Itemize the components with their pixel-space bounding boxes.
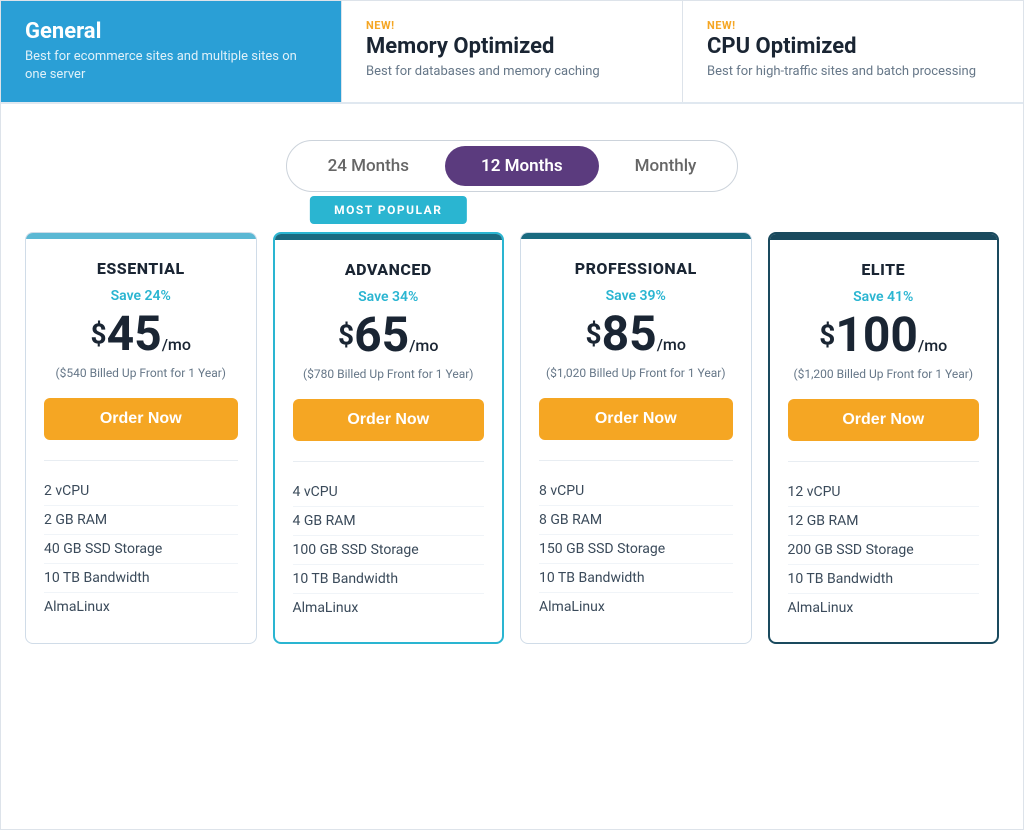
plan-professional-mo: /mo [657, 335, 686, 354]
list-item: AlmaLinux [539, 593, 733, 621]
plan-elite-name: ELITE [788, 260, 980, 279]
list-item: 12 vCPU [788, 478, 980, 507]
list-item: 2 vCPU [44, 477, 238, 506]
plan-professional-features: 8 vCPU 8 GB RAM 150 GB SSD Storage 10 TB… [539, 460, 733, 621]
list-item: 8 GB RAM [539, 506, 733, 535]
list-item: AlmaLinux [44, 593, 238, 621]
plan-advanced-order-btn[interactable]: Order Now [293, 399, 485, 441]
plan-elite-amount: 100 [835, 306, 918, 363]
plan-essential-body: ESSENTIAL Save 24% $45/mo ($540 Billed U… [26, 239, 256, 641]
billing-12-months[interactable]: 12 Months [445, 146, 599, 186]
plan-essential-mo: /mo [162, 335, 191, 354]
tab-memory-desc: Best for databases and memory caching [366, 63, 658, 81]
plan-advanced-mo: /mo [409, 336, 438, 355]
billing-toggle: 24 Months 12 Months Monthly [286, 140, 739, 192]
plan-elite-mo: /mo [918, 336, 947, 355]
plan-elite-save: Save 41% [788, 289, 980, 305]
plan-advanced-name: ADVANCED [293, 260, 485, 279]
plan-elite-dollar: $ [819, 319, 835, 352]
plan-professional-order-btn[interactable]: Order Now [539, 398, 733, 440]
plan-elite-body: ELITE Save 41% $100/mo ($1,200 Billed Up… [770, 240, 998, 642]
tab-general-desc: Best for ecommerce sites and multiple si… [25, 48, 317, 84]
plans-grid: ESSENTIAL Save 24% $45/mo ($540 Billed U… [25, 232, 999, 644]
plan-elite-billed: ($1,200 Billed Up Front for 1 Year) [788, 366, 980, 383]
tab-cpu-title: CPU Optimized [707, 34, 999, 59]
list-item: 10 TB Bandwidth [44, 564, 238, 593]
plan-advanced-body: ADVANCED Save 34% $65/mo ($780 Billed Up… [275, 240, 503, 642]
list-item: AlmaLinux [293, 594, 485, 622]
tab-memory[interactable]: NEW! Memory Optimized Best for databases… [342, 1, 683, 102]
list-item: 8 vCPU [539, 477, 733, 506]
list-item: 40 GB SSD Storage [44, 535, 238, 564]
plan-elite-price: $100/mo [788, 309, 980, 362]
plan-professional-body: PROFESSIONAL Save 39% $85/mo ($1,020 Bil… [521, 239, 751, 641]
plan-professional: PROFESSIONAL Save 39% $85/mo ($1,020 Bil… [520, 232, 752, 644]
plan-advanced-billed: ($780 Billed Up Front for 1 Year) [293, 366, 485, 383]
plan-advanced-features: 4 vCPU 4 GB RAM 100 GB SSD Storage 10 TB… [293, 461, 485, 622]
list-item: 12 GB RAM [788, 507, 980, 536]
billing-24-months[interactable]: 24 Months [292, 146, 445, 186]
plan-essential-amount: 45 [107, 305, 162, 362]
list-item: 10 TB Bandwidth [293, 565, 485, 594]
plan-essential-price: $45/mo [44, 308, 238, 361]
plan-professional-dollar: $ [586, 318, 602, 351]
list-item: 4 GB RAM [293, 507, 485, 536]
list-item: 2 GB RAM [44, 506, 238, 535]
plan-professional-billed: ($1,020 Billed Up Front for 1 Year) [539, 365, 733, 382]
plan-professional-name: PROFESSIONAL [539, 259, 733, 278]
list-item: 10 TB Bandwidth [539, 564, 733, 593]
plan-professional-amount: 85 [602, 305, 657, 362]
plan-elite-features: 12 vCPU 12 GB RAM 200 GB SSD Storage 10 … [788, 461, 980, 622]
tab-general-title: General [25, 19, 317, 44]
list-item: 150 GB SSD Storage [539, 535, 733, 564]
list-item: 100 GB SSD Storage [293, 536, 485, 565]
plan-essential-features: 2 vCPU 2 GB RAM 40 GB SSD Storage 10 TB … [44, 460, 238, 621]
tab-memory-title: Memory Optimized [366, 34, 658, 59]
list-item: 10 TB Bandwidth [788, 565, 980, 594]
plan-advanced-save: Save 34% [293, 289, 485, 305]
plan-professional-price: $85/mo [539, 308, 733, 361]
plan-advanced-amount: 65 [354, 306, 409, 363]
plan-elite: ELITE Save 41% $100/mo ($1,200 Billed Up… [768, 232, 1000, 644]
plan-essential-save: Save 24% [44, 288, 238, 304]
list-item: 4 vCPU [293, 478, 485, 507]
header-tabs: General Best for ecommerce sites and mul… [1, 1, 1023, 104]
tab-cpu-new-badge: NEW! [707, 19, 999, 32]
billing-monthly[interactable]: Monthly [599, 146, 733, 186]
billing-section: 24 Months 12 Months Monthly [1, 104, 1023, 212]
plan-essential: ESSENTIAL Save 24% $45/mo ($540 Billed U… [25, 232, 257, 644]
plan-professional-save: Save 39% [539, 288, 733, 304]
plan-advanced-price: $65/mo [293, 309, 485, 362]
plan-essential-name: ESSENTIAL [44, 259, 238, 278]
tab-memory-new-badge: NEW! [366, 19, 658, 32]
plan-elite-order-btn[interactable]: Order Now [788, 399, 980, 441]
plan-advanced-wrapper: MOST POPULAR ADVANCED Save 34% $65/mo ($… [273, 232, 505, 644]
tab-general[interactable]: General Best for ecommerce sites and mul… [1, 1, 342, 102]
list-item: AlmaLinux [788, 594, 980, 622]
plan-essential-dollar: $ [91, 318, 107, 351]
plan-essential-billed: ($540 Billed Up Front for 1 Year) [44, 365, 238, 382]
plan-advanced-dollar: $ [338, 319, 354, 352]
tab-cpu-desc: Best for high-traffic sites and batch pr… [707, 63, 999, 81]
most-popular-badge: MOST POPULAR [310, 196, 466, 224]
plan-advanced: ADVANCED Save 34% $65/mo ($780 Billed Up… [273, 232, 505, 644]
plans-section: ESSENTIAL Save 24% $45/mo ($540 Billed U… [1, 212, 1023, 684]
list-item: 200 GB SSD Storage [788, 536, 980, 565]
plan-essential-order-btn[interactable]: Order Now [44, 398, 238, 440]
tab-cpu[interactable]: NEW! CPU Optimized Best for high-traffic… [683, 1, 1023, 102]
page-wrapper: General Best for ecommerce sites and mul… [0, 0, 1024, 830]
